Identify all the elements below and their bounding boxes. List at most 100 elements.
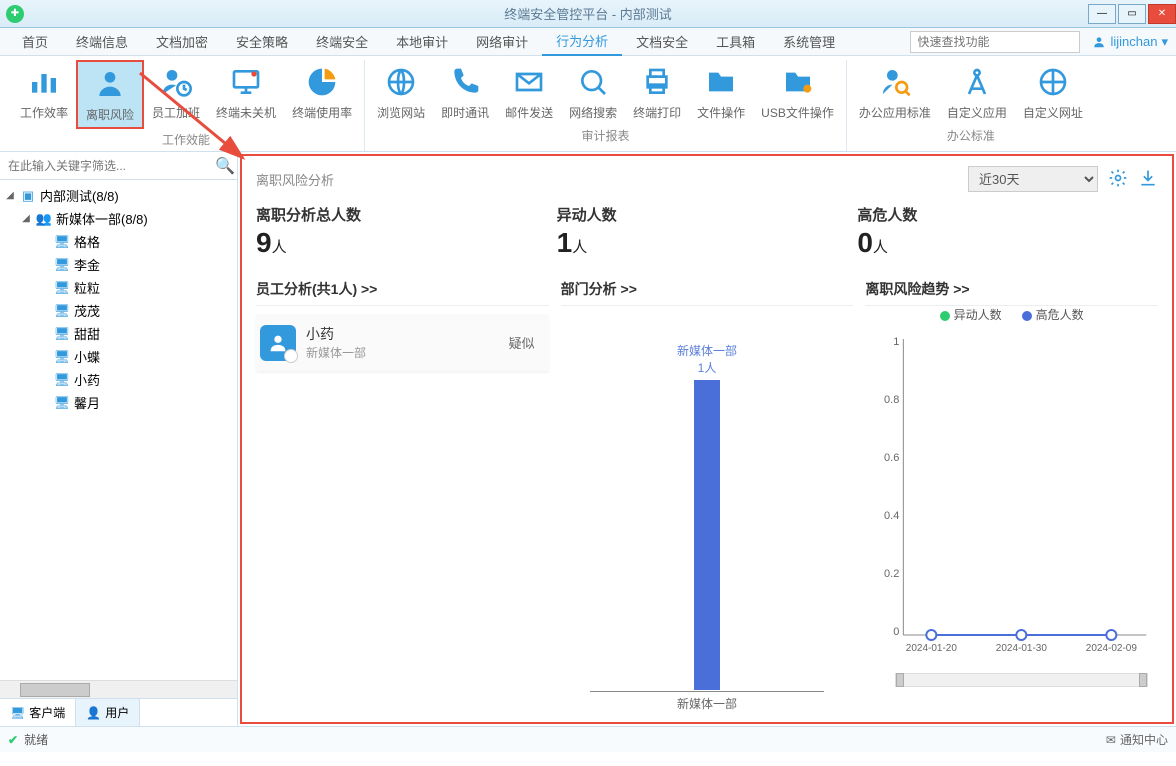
ribbon-work-efficiency[interactable]: 工作效率 bbox=[12, 60, 76, 129]
menubar: 首页 终端信息 文档加密 安全策略 终端安全 本地审计 网络审计 行为分析 文档… bbox=[0, 28, 1176, 56]
tree-member[interactable]: 🖥甜甜 bbox=[0, 322, 237, 345]
pie-icon bbox=[304, 64, 340, 100]
tab-user[interactable]: 👤用户 bbox=[76, 699, 140, 726]
bar-count: 1人 bbox=[677, 359, 737, 376]
minimize-button[interactable]: — bbox=[1088, 4, 1116, 24]
tree-member[interactable]: 🖥粒粒 bbox=[0, 276, 237, 299]
menu-toolbox[interactable]: 工具箱 bbox=[702, 28, 769, 55]
avatar-icon bbox=[260, 325, 296, 361]
tab-client[interactable]: 🖥客户端 bbox=[0, 699, 76, 726]
employee-panel-title[interactable]: 员工分析(共1人) >> bbox=[256, 273, 549, 306]
ribbon-group-audit: 浏览网站 即时通讯 邮件发送 网络搜索 终端打印 文件操作 USB文件操作 审计… bbox=[365, 60, 847, 151]
ribbon-browse-web[interactable]: 浏览网站 bbox=[369, 60, 433, 125]
menu-doc-encrypt[interactable]: 文档加密 bbox=[142, 28, 222, 55]
maximize-button[interactable]: ▭ bbox=[1118, 4, 1146, 24]
ribbon-terminal-usage[interactable]: 终端使用率 bbox=[284, 60, 360, 129]
stat-total: 离职分析总人数 9人 bbox=[256, 204, 557, 259]
tree-member[interactable]: 🖥李金 bbox=[0, 253, 237, 276]
user-icon: 👤 bbox=[86, 706, 101, 720]
stat-highrisk: 高危人数 0人 bbox=[857, 204, 1158, 259]
employee-row[interactable]: 小药 新媒体一部 疑似 bbox=[256, 314, 549, 371]
ribbon-custom-app[interactable]: 自定义应用 bbox=[939, 60, 1015, 125]
svg-text:0.8: 0.8 bbox=[884, 394, 899, 406]
monitor-icon: 🖥 bbox=[54, 257, 70, 273]
ribbon-net-search[interactable]: 网络搜索 bbox=[561, 60, 625, 125]
trend-chart: 1 0.8 0.6 0.4 0.2 0 2024-01-2 bbox=[865, 329, 1158, 669]
ribbon-terminal-not-off[interactable]: 终端未关机 bbox=[208, 60, 284, 129]
menu-local-audit[interactable]: 本地审计 bbox=[382, 28, 462, 55]
ribbon-usb-ops[interactable]: USB文件操作 bbox=[753, 60, 842, 125]
person-icon bbox=[92, 66, 128, 102]
ribbon-print[interactable]: 终端打印 bbox=[625, 60, 689, 125]
quick-search-input[interactable] bbox=[910, 31, 1080, 53]
close-button[interactable]: ✕ bbox=[1148, 4, 1176, 24]
menu-network-audit[interactable]: 网络审计 bbox=[462, 28, 542, 55]
monitor-icon: 🖥 bbox=[54, 326, 70, 342]
ribbon-mail[interactable]: 邮件发送 bbox=[497, 60, 561, 125]
tree-member[interactable]: 🖥小药 bbox=[0, 368, 237, 391]
tree-group[interactable]: ◢👥新媒体一部(8/8) bbox=[0, 207, 237, 230]
svg-text:0.4: 0.4 bbox=[884, 510, 899, 522]
ribbon-overtime[interactable]: 员工加班 bbox=[144, 60, 208, 129]
legend-dot-b-icon bbox=[1022, 311, 1032, 321]
download-icon[interactable] bbox=[1138, 168, 1158, 191]
monitor-icon: 🖥 bbox=[54, 372, 70, 388]
monitor-icon: 🖥 bbox=[54, 395, 70, 411]
svg-text:2024-02-09: 2024-02-09 bbox=[1086, 643, 1138, 654]
user-menu[interactable]: lijinchan ▾ bbox=[1092, 34, 1168, 50]
user-icon bbox=[1092, 35, 1106, 49]
svg-text:1: 1 bbox=[894, 336, 900, 348]
stats-row: 离职分析总人数 9人 异动人数 1人 高危人数 0人 bbox=[256, 204, 1158, 259]
person-clock-icon bbox=[158, 64, 194, 100]
employee-name: 小药 bbox=[306, 324, 509, 344]
time-range-select[interactable]: 近30天 bbox=[968, 166, 1098, 192]
svg-text:2024-01-20: 2024-01-20 bbox=[906, 643, 958, 654]
status-text: 就绪 bbox=[24, 731, 48, 748]
ribbon-custom-url[interactable]: 自定义网址 bbox=[1015, 60, 1091, 125]
stat-changes: 异动人数 1人 bbox=[557, 204, 858, 259]
window-title: 终端安全管控平台 - 内部测试 bbox=[504, 4, 672, 23]
ribbon-group-label: 审计报表 bbox=[581, 125, 629, 146]
menu-security-policy[interactable]: 安全策略 bbox=[222, 28, 302, 55]
menu-behavior-analysis[interactable]: 行为分析 bbox=[542, 27, 622, 56]
globe2-icon bbox=[1035, 64, 1071, 100]
compass-icon bbox=[959, 64, 995, 100]
employee-dept: 新媒体一部 bbox=[306, 344, 509, 361]
tree-member[interactable]: 🖥茂茂 bbox=[0, 299, 237, 322]
svg-text:0: 0 bbox=[894, 626, 900, 638]
org-tree: ◢▣内部测试(8/8) ◢👥新媒体一部(8/8) 🖥格格 🖥李金 🖥粒粒 🖥茂茂… bbox=[0, 180, 237, 680]
trend-range-slider[interactable] bbox=[895, 673, 1148, 687]
ribbon-file-ops[interactable]: 文件操作 bbox=[689, 60, 753, 125]
notification-center[interactable]: ✉ 通知中心 bbox=[1106, 731, 1168, 748]
status-check-icon: ✔ bbox=[8, 733, 18, 747]
tree-scrollbar[interactable] bbox=[0, 680, 237, 698]
menu-system-mgmt[interactable]: 系统管理 bbox=[769, 28, 849, 55]
ribbon: 工作效率 离职风险 员工加班 终端未关机 终端使用率 工作效能 浏览网站 bbox=[0, 56, 1176, 152]
tree-search-input[interactable] bbox=[4, 155, 215, 177]
trend-panel-title[interactable]: 离职风险趋势 >> bbox=[865, 273, 1158, 306]
ribbon-office-std[interactable]: 办公应用标准 bbox=[851, 60, 939, 125]
tree-root[interactable]: ◢▣内部测试(8/8) bbox=[0, 184, 237, 207]
ribbon-resignation-risk[interactable]: 离职风险 bbox=[76, 60, 144, 129]
menu-home[interactable]: 首页 bbox=[8, 28, 62, 55]
department-chart: 新媒体一部 1人 新媒体一部 bbox=[561, 316, 854, 714]
tree-member[interactable]: 🖥格格 bbox=[0, 230, 237, 253]
menu-terminal-security[interactable]: 终端安全 bbox=[302, 28, 382, 55]
ribbon-im[interactable]: 即时通讯 bbox=[433, 60, 497, 125]
trend-panel: 离职风险趋势 >> 异动人数 高危人数 1 0.8 0.6 0.4 0.2 0 bbox=[865, 273, 1158, 714]
person-search-icon bbox=[877, 64, 913, 100]
department-panel-title[interactable]: 部门分析 >> bbox=[561, 273, 854, 306]
ribbon-group-efficiency: 工作效率 离职风险 员工加班 终端未关机 终端使用率 工作效能 bbox=[8, 60, 365, 151]
tree-member[interactable]: 🖥馨月 bbox=[0, 391, 237, 414]
ribbon-group-label: 办公标准 bbox=[947, 125, 995, 146]
content-panel: 离职风险分析 近30天 离职分析总人数 9人 异动人数 1人 高危人数 0人 员… bbox=[240, 154, 1174, 724]
department-panel: 部门分析 >> 新媒体一部 1人 新媒体一部 bbox=[561, 273, 854, 714]
tree-member[interactable]: 🖥小蝶 bbox=[0, 345, 237, 368]
settings-icon[interactable] bbox=[1108, 168, 1128, 191]
monitor-icon: 🖥 bbox=[54, 280, 70, 296]
menu-terminal-info[interactable]: 终端信息 bbox=[62, 28, 142, 55]
tree-search: 🔍 bbox=[0, 152, 237, 180]
menu-doc-security[interactable]: 文档安全 bbox=[622, 28, 702, 55]
search-globe-icon bbox=[575, 64, 611, 100]
search-icon[interactable]: 🔍 bbox=[215, 156, 233, 176]
